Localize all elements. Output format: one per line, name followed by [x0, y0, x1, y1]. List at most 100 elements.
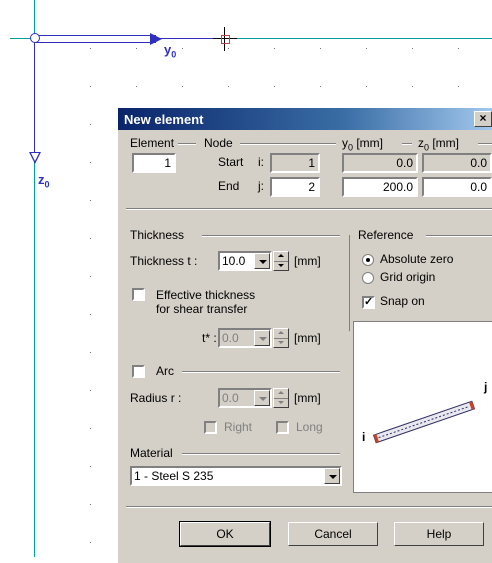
- radius-label: Radius r :: [130, 391, 182, 405]
- grid-dot: [458, 86, 459, 87]
- long-label: Long: [296, 420, 323, 434]
- radius-unit: [mm]: [294, 391, 321, 405]
- grid-dot: [182, 48, 183, 49]
- tstar-unit: [mm]: [294, 331, 321, 345]
- tstar-value: 0.0: [222, 331, 239, 345]
- grid-dot: [90, 314, 91, 315]
- material-combo[interactable]: 1 - Steel S 235: [130, 466, 342, 486]
- thickness-spinner[interactable]: [273, 251, 289, 271]
- tstar-dropdown-icon: [254, 330, 270, 346]
- right-checkbox: [204, 421, 217, 434]
- cancel-button[interactable]: Cancel: [288, 522, 378, 546]
- absolute-zero-radio[interactable]: [362, 254, 374, 266]
- element-bar[interactable]: [36, 35, 156, 43]
- ok-button[interactable]: OK: [179, 521, 271, 547]
- grid-origin-radio[interactable]: [362, 272, 374, 284]
- z0-header-line: [478, 143, 492, 145]
- radius-spinner: [273, 388, 289, 408]
- y0-header-line: [402, 143, 412, 145]
- grid-dot: [412, 48, 413, 49]
- arc-checkbox[interactable]: [132, 365, 145, 378]
- node-group-line: [240, 143, 336, 145]
- arc-label: Arc: [156, 364, 174, 378]
- node-group-label: Node: [204, 136, 233, 150]
- effective-thickness-checkbox[interactable]: [132, 288, 145, 301]
- tstar-combo: 0.0: [218, 328, 272, 348]
- grid-dot: [90, 352, 91, 353]
- end-y0-field[interactable]: 200.0: [342, 177, 418, 197]
- end-node-field[interactable]: 2: [270, 177, 320, 197]
- y0-header: y0 [mm]: [342, 136, 384, 153]
- start-y0-field: 0.0: [342, 153, 418, 173]
- grid-dot: [412, 86, 413, 87]
- radius-dropdown-icon: [254, 390, 270, 406]
- thickness-label: Thickness t :: [130, 254, 198, 268]
- origin-node-icon[interactable]: [30, 33, 40, 43]
- reference-group-line: [426, 235, 492, 237]
- grid-dot: [90, 238, 91, 239]
- grid-dot: [274, 48, 275, 49]
- thickness-dropdown-icon[interactable]: [254, 253, 270, 269]
- grid-dot: [458, 48, 459, 49]
- long-checkbox: [276, 421, 289, 434]
- z-axis-blue-line: [34, 38, 35, 156]
- reference-divider: [349, 235, 350, 332]
- grid-dot: [90, 466, 91, 467]
- dialog-title: New element: [124, 112, 204, 127]
- right-label: Right: [224, 420, 253, 434]
- grid-dot: [320, 48, 321, 49]
- grid-dot: [90, 276, 91, 277]
- end-sub-label: j:: [258, 179, 264, 193]
- thickness-unit: [mm]: [294, 254, 321, 268]
- absolute-zero-label: Absolute zero: [380, 252, 454, 266]
- thickness-value: 10.0: [222, 254, 246, 268]
- thickness-combo[interactable]: 10.0: [218, 251, 272, 271]
- grid-dot: [90, 200, 91, 201]
- grid-dot: [90, 504, 91, 505]
- tstar-spinner: [273, 328, 289, 348]
- grid-dot: [366, 86, 367, 87]
- y-axis-label: y0: [164, 42, 177, 60]
- new-element-dialog: New element × Element Node y0 [mm] z0 [m…: [117, 107, 492, 563]
- start-z0-field: 0.0: [422, 153, 492, 173]
- y-axis-arrow-icon: [150, 33, 162, 45]
- thickness-group-line: [202, 235, 340, 237]
- effective-thickness-label: Effective thickness: [156, 288, 256, 302]
- end-z0-field[interactable]: 0.0: [422, 177, 492, 197]
- grid-dot: [274, 86, 275, 87]
- start-node-field: 1: [270, 153, 320, 173]
- snap-on-label: Snap on: [380, 294, 425, 308]
- thickness-group-label: Thickness: [130, 228, 185, 242]
- element-group-label: Element: [130, 136, 175, 150]
- grid-dot: [90, 428, 91, 429]
- grid-dot: [90, 48, 91, 49]
- grid-dot: [182, 86, 183, 87]
- grid-dot: [90, 162, 91, 163]
- grid-dot: [90, 86, 91, 87]
- element-number-field[interactable]: 1: [132, 153, 176, 173]
- start-label: Start: [218, 155, 244, 169]
- grid-dot: [136, 86, 137, 87]
- element-group-line: [178, 143, 196, 145]
- reference-group-label: Reference: [358, 228, 414, 242]
- grid-dot: [136, 48, 137, 49]
- tstar-label: t* :: [202, 331, 217, 345]
- snap-on-checkbox[interactable]: [362, 295, 375, 309]
- top-separator: [126, 208, 492, 210]
- grid-dot: [90, 390, 91, 391]
- z0-header: z0 [mm]: [418, 136, 460, 153]
- material-dropdown-icon[interactable]: [324, 468, 340, 484]
- bottom-separator: [126, 506, 492, 508]
- radius-combo: 0.0: [218, 388, 272, 408]
- arc-group-line: [182, 371, 340, 373]
- z-axis-label: z0: [38, 172, 50, 190]
- crosshair-cursor-icon: [213, 27, 237, 51]
- preview-j-label: j: [484, 380, 488, 394]
- start-sub-label: i:: [258, 155, 264, 169]
- grid-dot: [90, 542, 91, 543]
- z-axis-arrow-inner: [31, 153, 39, 161]
- help-button[interactable]: Help: [394, 522, 484, 546]
- close-button[interactable]: ×: [474, 111, 492, 127]
- element-preview: i j: [353, 321, 492, 493]
- dialog-titlebar[interactable]: New element ×: [118, 108, 492, 130]
